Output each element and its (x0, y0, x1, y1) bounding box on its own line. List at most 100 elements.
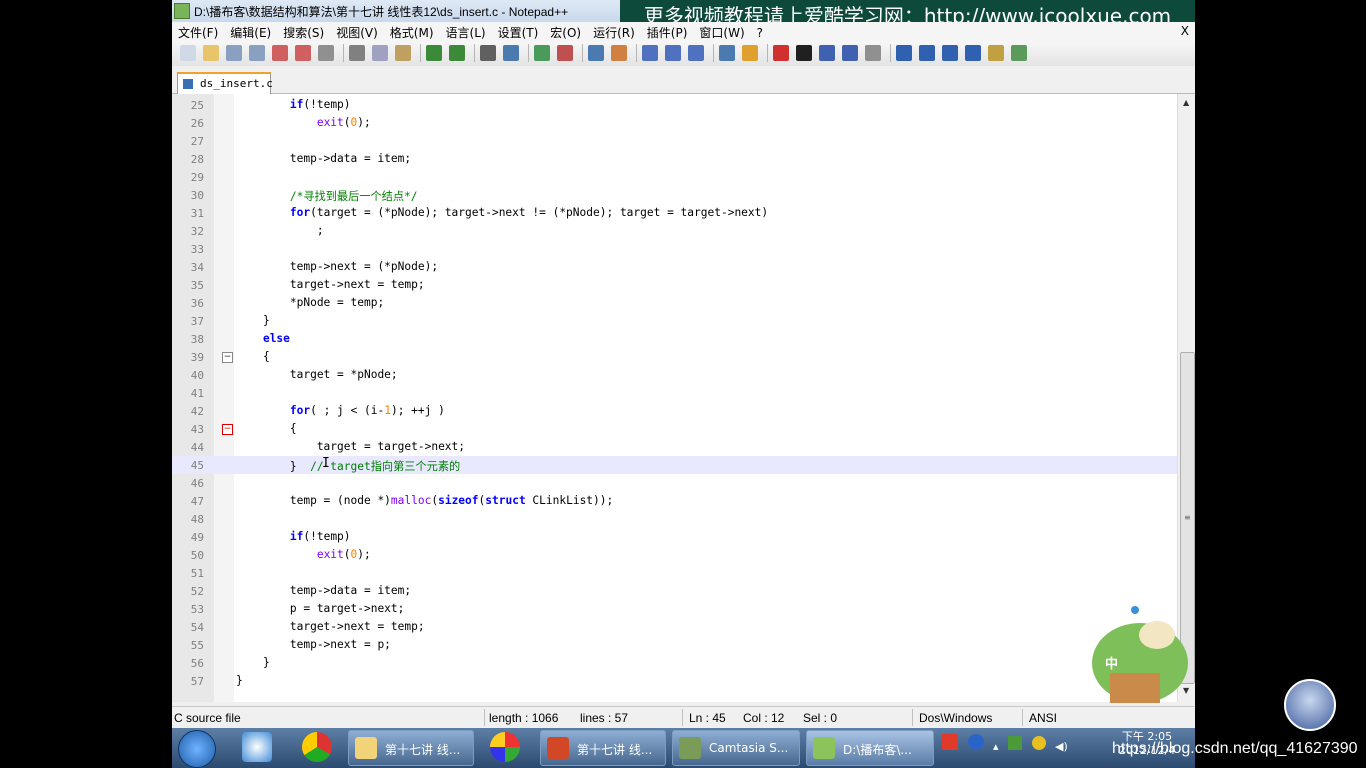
code-line[interactable]: 25 if(!temp) (172, 96, 1177, 114)
word-wrap-icon[interactable] (642, 45, 658, 61)
zoom-in-icon[interactable] (534, 45, 550, 61)
code-line[interactable]: 50 exit(0); (172, 546, 1177, 564)
save-macro-icon[interactable] (865, 45, 881, 61)
code-line[interactable]: 39 {− (172, 348, 1177, 366)
menu-item[interactable]: 视图(V) (330, 22, 384, 41)
paste-icon[interactable] (395, 45, 411, 61)
code-line[interactable]: 33 (172, 240, 1177, 258)
code-editor[interactable]: 25 if(!temp) 26 exit(0); 27 28 temp->data =… (172, 94, 1195, 702)
save-icon[interactable] (226, 45, 242, 61)
menu-item[interactable]: 窗口(W) (693, 22, 750, 41)
save-all-icon[interactable] (249, 45, 265, 61)
scroll-up-icon[interactable]: ▲ (1183, 98, 1189, 107)
help-icon[interactable] (967, 734, 984, 750)
taskbar-camtasia-button[interactable]: Camtasia S... (672, 730, 800, 766)
code-line[interactable]: 53 p = target->next; (172, 600, 1177, 618)
code-line[interactable]: 26 exit(0); (172, 114, 1177, 132)
menu-item[interactable]: 宏(O) (544, 22, 587, 41)
tray-expand-icon[interactable]: ▴ (993, 740, 999, 753)
replace-icon[interactable] (503, 45, 519, 61)
code-line[interactable]: 31 for(target = (*pNode); target->next !… (172, 204, 1177, 222)
code-line[interactable]: 51 (172, 564, 1177, 582)
fold-toggle-icon[interactable]: − (222, 352, 233, 363)
sogou-ime-icon[interactable] (942, 734, 958, 750)
code-line[interactable]: 41 (172, 384, 1177, 402)
cut-icon[interactable] (349, 45, 365, 61)
stop-macro-icon[interactable] (796, 45, 812, 61)
menu-item[interactable]: 文件(F) (172, 22, 224, 41)
find-icon[interactable] (480, 45, 496, 61)
play-macro-icon[interactable] (819, 45, 835, 61)
open-file-icon[interactable] (203, 45, 219, 61)
menu-item[interactable]: 格式(M) (384, 22, 440, 41)
menu-item[interactable]: 搜索(S) (277, 22, 330, 41)
volume-icon[interactable]: ◀) (1055, 740, 1068, 753)
func-list-icon[interactable] (742, 45, 758, 61)
sync-v-icon[interactable] (588, 45, 604, 61)
code-line[interactable]: 44 target = target->next; (172, 438, 1177, 456)
code-line[interactable]: 47 temp = (node *)malloc(sizeof(struct C… (172, 492, 1177, 510)
chrome-icon[interactable] (302, 732, 332, 762)
new-file-icon[interactable] (180, 45, 196, 61)
print-icon[interactable] (318, 45, 334, 61)
color-picker-app-icon[interactable] (490, 732, 520, 762)
undo-icon[interactable] (426, 45, 442, 61)
code-line[interactable]: 55 temp->next = p; (172, 636, 1177, 654)
fold-toggle-icon[interactable]: − (222, 424, 233, 435)
close-document-icon[interactable]: X (1181, 24, 1189, 38)
code-line[interactable]: 37 } (172, 312, 1177, 330)
copy-icon[interactable] (372, 45, 388, 61)
code-line[interactable]: 52 temp->data = item; (172, 582, 1177, 600)
redo-icon[interactable] (449, 45, 465, 61)
windows-media-icon[interactable] (242, 732, 272, 762)
code-line[interactable]: 36 *pNode = temp; (172, 294, 1177, 312)
taskbar-powerpoint-button[interactable]: 第十七讲 线... (540, 730, 666, 766)
code-line[interactable]: 40 target = *pNode; (172, 366, 1177, 384)
network-icon[interactable] (1008, 736, 1023, 750)
menu-item[interactable]: 语言(L) (440, 22, 492, 41)
code-line[interactable]: 56 } (172, 654, 1177, 672)
avatar[interactable] (1284, 679, 1336, 731)
close-all-icon[interactable] (295, 45, 311, 61)
code-line[interactable]: 42 for( ; j < (i-1); ++j ) (172, 402, 1177, 420)
show-all-icon[interactable] (665, 45, 681, 61)
record-macro-icon[interactable] (773, 45, 789, 61)
security-icon[interactable] (1031, 736, 1046, 750)
close-icon[interactable] (272, 45, 288, 61)
taskbar-folder-button[interactable]: 第十七讲 线... (348, 730, 474, 766)
start-button[interactable] (178, 730, 216, 768)
code-line[interactable]: 27 (172, 132, 1177, 150)
code-line[interactable]: 43 {− (172, 420, 1177, 438)
code-line[interactable]: 49 if(!temp) (172, 528, 1177, 546)
menu-item[interactable]: 设置(T) (492, 22, 545, 41)
run-macro-multiple-icon[interactable] (842, 45, 858, 61)
taskbar-notepadpp-button[interactable]: D:\播布客\... (806, 730, 934, 766)
doc-map-icon[interactable] (719, 45, 735, 61)
code-line[interactable]: 32 ; (172, 222, 1177, 240)
tab-ds-insert[interactable]: ds_insert.c (177, 72, 273, 94)
code-line[interactable]: 35 target->next = temp; (172, 276, 1177, 294)
code-line[interactable]: 48 (172, 510, 1177, 528)
fold-all-icon[interactable] (896, 45, 912, 61)
indent-guide-icon[interactable] (688, 45, 704, 61)
code-line[interactable]: 29 (172, 168, 1177, 186)
fold-down-icon[interactable] (942, 45, 958, 61)
code-line[interactable]: 30 /*寻找到最后一个结点*/ (172, 186, 1177, 204)
code-line[interactable]: 54 target->next = temp; (172, 618, 1177, 636)
spell-check-icon[interactable] (1011, 45, 1027, 61)
code-line[interactable]: 34 temp->next = (*pNode); (172, 258, 1177, 276)
ime-decoration-image[interactable]: 中 (1085, 605, 1195, 720)
fold-up-icon[interactable] (919, 45, 935, 61)
unfold-icon[interactable] (965, 45, 981, 61)
code-text: target->next = temp; (236, 620, 425, 633)
code-line[interactable]: 28 temp->data = item; (172, 150, 1177, 168)
launch-icon[interactable] (988, 45, 1004, 61)
code-line[interactable]: 57} (172, 672, 1177, 690)
menu-item[interactable]: 插件(P) (641, 22, 694, 41)
zoom-out-icon[interactable] (557, 45, 573, 61)
sync-h-icon[interactable] (611, 45, 627, 61)
code-line[interactable]: 46 (172, 474, 1177, 492)
code-line[interactable]: 38 else (172, 330, 1177, 348)
menu-item[interactable]: 编辑(E) (224, 22, 277, 41)
menu-item[interactable]: 运行(R) (587, 22, 641, 41)
